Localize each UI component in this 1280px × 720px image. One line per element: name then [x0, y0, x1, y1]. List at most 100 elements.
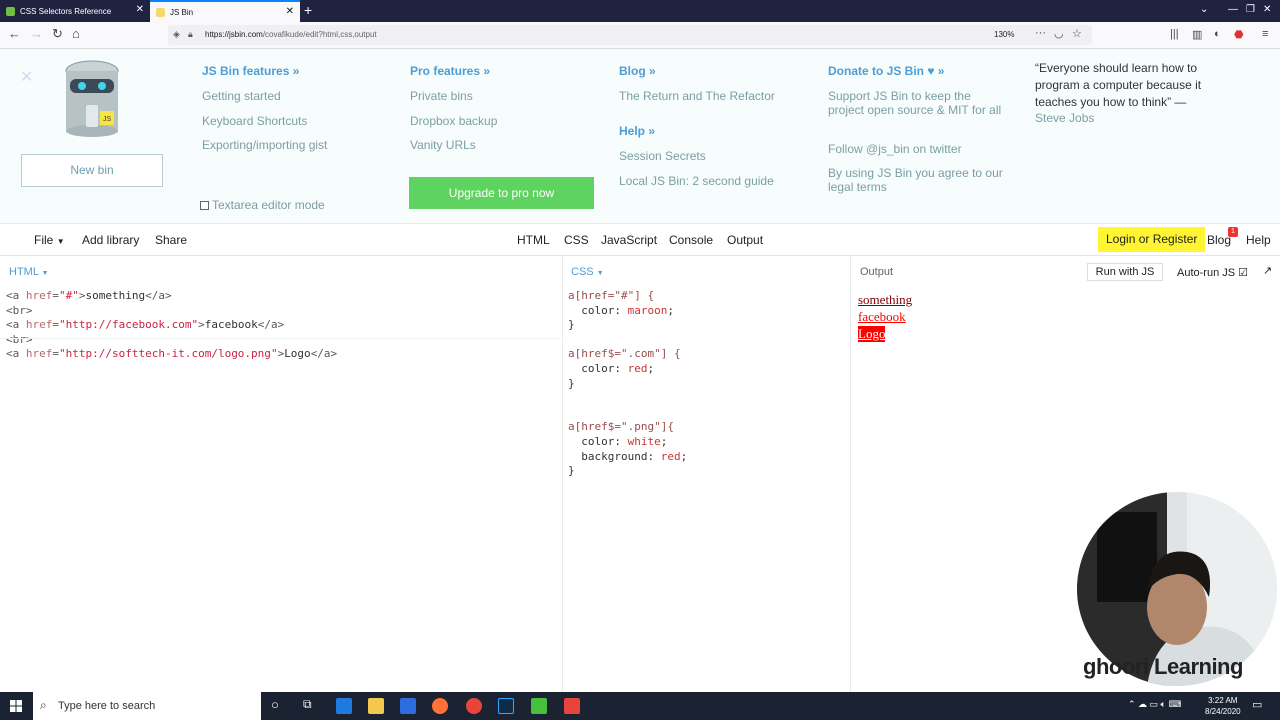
library-icon[interactable]: ||| [1170, 28, 1179, 40]
close-window-icon[interactable]: ✕ [1263, 4, 1271, 15]
popout-arrow-icon[interactable]: ↗ [1263, 264, 1272, 277]
cortana-icon[interactable]: ○ [271, 697, 279, 712]
windows-taskbar: ⌕ Type here to search ○ ⧉ ⌃ ☁ ▭ 🔈︎ ⌨ 3:2… [0, 692, 1280, 720]
textarea-editor-mode-checkbox[interactable]: Textarea editor mode [200, 198, 325, 212]
edge-icon[interactable] [336, 698, 352, 714]
link-getting-started[interactable]: Getting started [202, 89, 281, 103]
lock-icon[interactable]: 🔒︎ [188, 29, 193, 40]
share-button[interactable]: Share [155, 233, 187, 247]
panel-toggle-css[interactable]: CSS [564, 233, 589, 247]
panel-toggle-javascript[interactable]: JavaScript [601, 233, 657, 247]
reload-icon[interactable]: ↻ [52, 27, 63, 41]
forward-arrow-icon[interactable]: → [30, 27, 43, 41]
link-private-bins[interactable]: Private bins [410, 89, 473, 103]
system-tray-icons[interactable]: ⌃ ☁ ▭ 🔈︎ ⌨ [1128, 699, 1181, 710]
link-vanity-urls[interactable]: Vanity URLs [410, 138, 476, 152]
auto-run-js-toggle[interactable]: Auto-run JS ☑ [1177, 266, 1248, 279]
adblock-icon[interactable]: ⬣ [1234, 28, 1244, 41]
panel-toggle-html[interactable]: HTML [517, 233, 550, 247]
address-bar[interactable]: ◈ 🔒︎ https://jsbin.com/covafikude/edit?h… [168, 25, 1092, 45]
css-panel-label[interactable]: CSS ▼ [571, 266, 604, 278]
restore-icon[interactable]: ❐ [1246, 4, 1255, 15]
quote-text: “Everyone should learn how to program a … [1035, 61, 1202, 109]
url-text: https://jsbin.com/covafikude/edit?html,c… [205, 30, 377, 39]
panel-divider[interactable] [850, 256, 851, 692]
clock-time: 3:22 AM [1208, 696, 1238, 705]
tab-title: JS Bin [170, 7, 194, 17]
file-explorer-icon[interactable] [368, 698, 384, 714]
windows-start-icon[interactable] [10, 700, 22, 712]
close-tab-icon[interactable]: ✕ [136, 5, 144, 15]
tab-css-selectors-reference[interactable]: CSS Selectors Reference ✕ [0, 0, 150, 22]
link-session-secrets[interactable]: Session Secrets [619, 149, 706, 163]
close-header-icon[interactable]: ✕ [20, 67, 33, 87]
camtasia-icon[interactable] [531, 698, 547, 714]
output-link-something[interactable]: something [858, 292, 912, 308]
pro-features-heading[interactable]: Pro features » [410, 64, 490, 78]
new-tab-plus-icon[interactable]: + [304, 2, 312, 18]
link-dropbox-backup[interactable]: Dropbox backup [410, 114, 497, 128]
extension-icon[interactable]: ◐ [1214, 28, 1221, 40]
browser-tab-strip: CSS Selectors Reference ✕ JS Bin ✕ + ⌄ —… [0, 0, 1280, 22]
brand-watermark: ghoori Learning [1083, 654, 1243, 679]
help-button[interactable]: Help [1246, 233, 1271, 247]
css-editor[interactable]: a[href="#"] { color: maroon; } a[href$="… [568, 289, 687, 479]
notifications-icon[interactable]: ▭ [1252, 698, 1262, 711]
recorder-icon[interactable] [564, 698, 580, 714]
link-local-jsbin[interactable]: Local JS Bin: 2 second guide [619, 174, 774, 188]
firefox-icon[interactable] [432, 698, 448, 714]
shield-icon[interactable]: ◈ [173, 29, 180, 40]
features-heading[interactable]: JS Bin features » [202, 64, 299, 78]
link-return-and-refactor[interactable]: The Return and The Refactor [619, 89, 775, 103]
taskbar-clock[interactable]: 3:22 AM 8/24/2020 [1205, 695, 1241, 717]
back-arrow-icon[interactable]: ← [8, 27, 21, 41]
help-heading[interactable]: Help » [619, 124, 655, 138]
store-icon[interactable] [400, 698, 416, 714]
jsbin-logo-icon: JS [65, 60, 119, 137]
link-follow-twitter[interactable]: Follow @js_bin on twitter [828, 142, 962, 156]
checkbox-checked-icon[interactable]: ☑ [1238, 267, 1248, 279]
panel-toggle-console[interactable]: Console [669, 233, 713, 247]
chrome-icon[interactable] [466, 698, 482, 714]
favicon-icon [156, 7, 165, 17]
zoom-level[interactable]: 130% [994, 30, 1014, 39]
panel-divider[interactable] [562, 256, 563, 692]
html-panel-label[interactable]: HTML ▼ [9, 266, 49, 278]
checkbox-icon[interactable] [200, 200, 209, 210]
file-menu[interactable]: File ▼ [34, 233, 65, 247]
link-exporting-gist[interactable]: Exporting/importing gist [202, 138, 327, 152]
link-support-jsbin[interactable]: Support JS Bin to keep the project open … [828, 89, 1003, 117]
close-tab-icon[interactable]: ✕ [286, 7, 294, 17]
chevron-down-icon: ▼ [596, 270, 604, 277]
chevron-down-icon: ▼ [41, 270, 49, 277]
jsbin-help-header: ✕ JS New bin Textarea editor mode JS Bin… [0, 49, 1280, 224]
upgrade-to-pro-button[interactable]: Upgrade to pro now [409, 177, 594, 209]
output-link-facebook[interactable]: facebook [858, 309, 906, 325]
tab-js-bin[interactable]: JS Bin ✕ [150, 0, 300, 22]
login-register-button[interactable]: Login or Register [1098, 227, 1206, 252]
minimize-icon[interactable]: — [1228, 4, 1238, 15]
pocket-icon[interactable]: ◡ [1054, 27, 1064, 40]
taskbar-search-box[interactable]: ⌕ Type here to search [33, 692, 261, 720]
photoshop-icon[interactable] [498, 698, 514, 714]
page-actions-icon[interactable]: ··· [1035, 27, 1046, 39]
panel-toggle-output[interactable]: Output [727, 233, 763, 247]
blog-heading[interactable]: Blog » [619, 64, 656, 78]
task-view-icon[interactable]: ⧉ [303, 697, 312, 712]
home-icon[interactable]: ⌂ [72, 27, 80, 41]
html-editor[interactable]: <a href="#">something</a> <br> <a href="… [6, 289, 337, 362]
add-library-button[interactable]: Add library [82, 233, 139, 247]
link-keyboard-shortcuts[interactable]: Keyboard Shortcuts [202, 114, 307, 128]
sidebar-icon[interactable]: ▥ [1192, 28, 1202, 41]
browser-nav-bar: ← → ↻ ⌂ ◈ 🔒︎ https://jsbin.com/covafikud… [0, 22, 1280, 49]
run-with-js-button[interactable]: Run with JS [1087, 263, 1163, 281]
checkbox-label: Textarea editor mode [212, 198, 325, 212]
tab-list-icon[interactable]: ⌄ [1200, 4, 1208, 15]
link-legal-terms[interactable]: By using JS Bin you agree to our legal t… [828, 166, 1008, 194]
bookmark-star-icon[interactable]: ☆ [1072, 27, 1082, 40]
quote-author[interactable]: Steve Jobs [1035, 111, 1094, 125]
menu-icon[interactable]: ≡ [1262, 28, 1268, 40]
output-link-logo[interactable]: Logo [858, 326, 886, 342]
donate-heading[interactable]: Donate to JS Bin ♥ » [828, 64, 944, 78]
new-bin-button[interactable]: New bin [21, 154, 163, 187]
